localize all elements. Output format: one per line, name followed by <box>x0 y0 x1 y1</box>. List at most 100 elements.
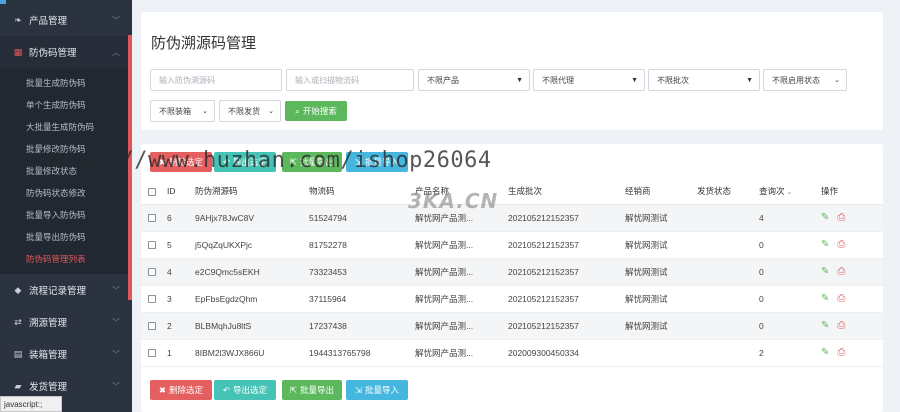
edit-icon[interactable]: ✎ <box>821 239 829 250</box>
cell-logistics: 81752278 <box>309 231 415 259</box>
sidebar-group-process[interactable]: ◆ 流程记录管理 ﹀ <box>0 274 132 306</box>
batch-export-button-bottom[interactable]: ⇱ 批量导出 <box>282 380 342 400</box>
edit-icon[interactable]: ✎ <box>821 293 829 304</box>
table-row[interactable]: 3 EpFbsEgdzQhm 37115964 解忧网产品测... 2021052121… <box>141 285 883 313</box>
cell-batch: 202105212152357 <box>508 312 625 340</box>
sidebar-item-single-generate[interactable]: 单个生成防伪码 <box>0 94 132 116</box>
sidebar-group-label: 防伪码管理 <box>29 48 77 59</box>
cell-id: 3 <box>167 285 195 313</box>
row-checkbox[interactable] <box>148 322 156 331</box>
sidebar-item-batch-export[interactable]: 批量导出防伪码 <box>0 226 132 248</box>
agent-select[interactable]: 不限代理 ▼ <box>533 69 645 91</box>
code-table: ID 防伪溯源码 物流码 产品名称 生成批次 经销商 发货状态 查询次 ⌄ 操作 … <box>141 178 883 367</box>
ship-select-value: 不限发货 <box>228 106 260 116</box>
select-all-checkbox[interactable] <box>148 187 156 196</box>
edit-icon[interactable]: ✎ <box>821 266 829 277</box>
page-title: 防伪溯源码管理 <box>151 35 257 52</box>
sidebar-group-trace[interactable]: ⇄ 溯源管理 ﹀ <box>0 306 132 338</box>
batch-select-value: 不限批次 <box>657 75 689 85</box>
col-batch: 生成批次 <box>508 178 625 205</box>
cell-product: 解忧网产品测... <box>415 258 508 286</box>
cell-select <box>141 285 167 313</box>
delete-selected-button-bottom[interactable]: ✖ 删除选定 <box>150 380 212 400</box>
enable-status-select[interactable]: 不限启用状态 ⌄ <box>763 69 847 91</box>
col-query-count[interactable]: 查询次 ⌄ <box>759 178 821 205</box>
chevron-down-icon: ﹀ <box>112 317 120 327</box>
table-icon: ▤ <box>13 348 23 359</box>
table-row[interactable]: 1 8IBM2l3WJX866U 1944313765798 解忧网产品测... 202… <box>141 339 883 367</box>
batch-import-button-bottom[interactable]: ⇲ 批量导入 <box>346 380 408 400</box>
logistics-search-input[interactable]: 输入或扫描物流码 <box>286 69 414 91</box>
cell-dealer: 解忧网测试 <box>625 258 697 286</box>
cell-select <box>141 312 167 340</box>
caret-down-icon: ▼ <box>746 76 753 84</box>
col-ship-status: 发货状态 <box>697 178 759 205</box>
ship-select[interactable]: 不限发货 ⌄ <box>219 100 281 122</box>
cell-product: 解忧网产品测... <box>415 231 508 259</box>
cell-logistics: 17237438 <box>309 312 415 340</box>
start-search-label: 开始搜索 <box>302 106 337 116</box>
print-icon[interactable]: ⎙ <box>837 212 845 223</box>
row-checkbox[interactable] <box>148 241 156 250</box>
batch-select[interactable]: 不限批次 ▼ <box>648 69 760 91</box>
cell-select <box>141 258 167 286</box>
sidebar-group-label: 装箱管理 <box>29 350 68 361</box>
row-checkbox[interactable] <box>148 214 156 223</box>
sidebar-group-codes[interactable]: ▦ 防伪码管理 ︿ <box>0 36 132 68</box>
leaf-icon: ❧ <box>14 14 22 25</box>
cell-actions: ✎ ⎙ <box>821 312 883 340</box>
row-checkbox[interactable] <box>148 349 156 358</box>
sidebar-group-label: 流程记录管理 <box>29 286 87 297</box>
table-row[interactable]: 5 j5QqZqUKXPjc 81752278 解忧网产品测... 2021052121… <box>141 231 883 259</box>
edit-icon[interactable]: ✎ <box>821 212 829 223</box>
row-checkbox[interactable] <box>148 268 156 277</box>
reply-icon: ↶ <box>222 384 231 395</box>
sidebar-item-batch-import[interactable]: 批量导入防伪码 <box>0 204 132 226</box>
sidebar-item-code-list[interactable]: 防伪码管理列表 <box>0 248 132 270</box>
table-row[interactable]: 4 e2C9Qmc5sEKH 73323453 解忧网产品测... 2021052121… <box>141 258 883 286</box>
cell-ship-status <box>697 231 759 259</box>
cell-actions: ✎ ⎙ <box>821 231 883 259</box>
code-search-input[interactable]: 输入防伪溯源码 <box>150 69 282 91</box>
button-label: 导出选定 <box>233 385 268 395</box>
col-code: 防伪溯源码 <box>195 178 309 205</box>
search-icon: ⌕ <box>295 105 300 116</box>
print-icon[interactable]: ⎙ <box>837 266 845 277</box>
sidebar-group-label: 发货管理 <box>29 382 68 393</box>
sidebar-item-batch-generate[interactable]: 批量生成防伪码 <box>0 72 132 94</box>
close-icon: ✖ <box>158 384 167 395</box>
chevron-down-icon: ﹀ <box>112 381 120 391</box>
table-row[interactable]: 6 9AHjx78JwC8V 51524794 解忧网产品测... 2021052121… <box>141 204 883 232</box>
cell-dealer: 解忧网测试 <box>625 285 697 313</box>
cell-id: 4 <box>167 258 195 286</box>
export-icon: ⇱ <box>289 384 298 395</box>
print-icon[interactable]: ⎙ <box>837 293 845 304</box>
export-selected-button-bottom[interactable]: ↶ 导出选定 <box>214 380 276 400</box>
cell-actions: ✎ ⎙ <box>821 258 883 286</box>
print-icon[interactable]: ⎙ <box>837 347 845 358</box>
cell-select <box>141 204 167 232</box>
sidebar-item-status-modify[interactable]: 防伪码状态修改 <box>0 182 132 204</box>
sidebar: ❧ 产品管理 ﹀ ▦ 防伪码管理 ︿ 批量生成防伪码 单个生成防伪码 大批量生成… <box>0 0 132 412</box>
cell-dealer: 解忧网测试 <box>625 204 697 232</box>
product-select[interactable]: 不限产品 ▼ <box>418 69 530 91</box>
chevron-down-icon: ⌄ <box>834 77 840 84</box>
col-id[interactable]: ID <box>167 178 195 205</box>
cell-ship-status <box>697 204 759 232</box>
button-label: 删除选定 <box>169 385 204 395</box>
print-icon[interactable]: ⎙ <box>837 239 845 250</box>
cell-batch: 202105212152357 <box>508 204 625 232</box>
table-row[interactable]: 2 BLBMqhJu8ltS 17237438 解忧网产品测... 2021052121… <box>141 312 883 340</box>
sidebar-item-bulk-generate[interactable]: 大批量生成防伪码 <box>0 116 132 138</box>
chevron-down-icon: ⌄ <box>202 108 208 115</box>
sidebar-group-boxing[interactable]: ▤ 装箱管理 ﹀ <box>0 338 132 370</box>
agent-select-value: 不限代理 <box>542 75 574 85</box>
row-checkbox[interactable] <box>148 295 156 304</box>
box-select[interactable]: 不限装箱 ⌄ <box>150 100 215 122</box>
edit-icon[interactable]: ✎ <box>821 347 829 358</box>
sidebar-group-products[interactable]: ❧ 产品管理 ﹀ <box>0 4 132 36</box>
edit-icon[interactable]: ✎ <box>821 320 829 331</box>
cell-code: e2C9Qmc5sEKH <box>195 258 309 286</box>
start-search-button[interactable]: ⌕ 开始搜索 <box>285 101 347 121</box>
print-icon[interactable]: ⎙ <box>837 320 845 331</box>
